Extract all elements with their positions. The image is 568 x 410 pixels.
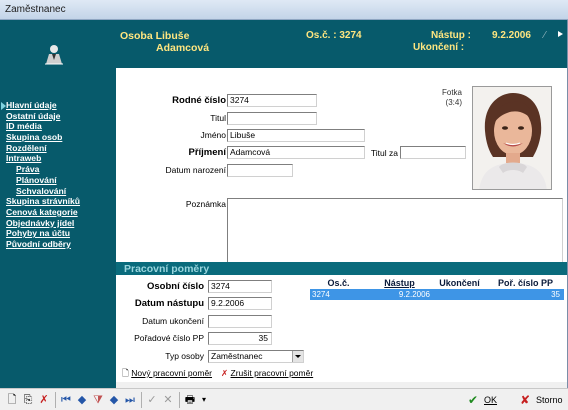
person-logo-icon [45, 45, 63, 65]
sidebar: Hlavní údaje Ostatní údaje ID média Skup… [0, 20, 116, 388]
copy-icon[interactable]: ⎘ [20, 392, 36, 408]
sidebar-item-pohyby-na-uctu[interactable]: Pohyby na účtu [0, 228, 116, 239]
header-end-label: Ukončení : [413, 42, 465, 53]
delete-icon[interactable]: ✗ [36, 392, 52, 408]
cancel-employment-link[interactable]: ✗ Zrušit pracovní poměr [221, 368, 313, 379]
titul-za-label: Titul za [370, 148, 398, 158]
jmeno-label: Jméno [200, 130, 226, 140]
grid-col-poradove-cislo[interactable]: Poř. číslo PP [488, 278, 564, 289]
poradove-cislo-label: Pořadové číslo PP [134, 333, 204, 343]
table-row[interactable]: 3274 9.2.2006 35 [310, 289, 564, 300]
typ-osoby-value: Zaměstnanec [211, 351, 263, 361]
storno-button[interactable]: ✘ Storno [514, 391, 566, 409]
titul-input[interactable] [227, 112, 317, 125]
rodne-cislo-label: Rodné číslo [172, 95, 226, 106]
sidebar-nav: Hlavní údaje Ostatní údaje ID média Skup… [0, 100, 116, 250]
header-name-line2: Adamcová [156, 42, 210, 54]
discard-cross-icon: ✕ [163, 394, 173, 406]
sidebar-item-schvalovani[interactable]: Schvalování [0, 186, 116, 197]
sidebar-item-intraweb[interactable]: Intraweb [0, 153, 116, 164]
storno-button-label: Storno [536, 395, 563, 405]
sidebar-item-objednavky-jidel[interactable]: Objednávky jídel [0, 218, 116, 229]
datum-narozeni-label: Datum narození [165, 165, 226, 175]
grid-cell-ukonceni [432, 289, 486, 300]
cancel-employment-label: Zrušit pracovní poměr [230, 368, 314, 378]
last-record-icon[interactable]: ⏭ [122, 392, 138, 408]
grid-col-ukonceni[interactable]: Ukončení [432, 278, 488, 289]
grid-col-nastup[interactable]: Nástup [368, 278, 432, 289]
toolbar-separator [179, 392, 180, 408]
employment-section-header: Pracovní poměry [116, 262, 567, 275]
typ-osoby-select[interactable]: Zaměstnanec [208, 350, 304, 363]
prev-record-icon[interactable]: ◆ [74, 392, 90, 408]
datum-ukonceni-label: Datum ukončení [142, 316, 204, 326]
chevron-down-icon[interactable] [292, 351, 303, 362]
titul-za-input[interactable] [400, 146, 466, 159]
sidebar-item-skupina-osob[interactable]: Skupina osob [0, 132, 116, 143]
grid-col-osc[interactable]: Os.č. [310, 278, 368, 289]
bottom-toolbar: 🗋 ⎘ ✗ ⏮ ◆ ⧩ ◆ ⏭ ✓ ✕ 🖶 ▾ ✔ OK ✘ Storno [0, 388, 568, 410]
header-start-label: Nástup : [431, 30, 471, 41]
titul-label: Titul [210, 113, 226, 123]
datum-ukonceni-input[interactable] [208, 315, 272, 328]
sidebar-item-skupina-stravniku[interactable]: Skupina strávníků [0, 196, 116, 207]
poradove-cislo-input[interactable]: 35 [208, 332, 272, 345]
datum-nastupu-input[interactable]: 9.2.2006 [208, 297, 272, 310]
header-name-line1: Osoba Libuše [120, 30, 190, 42]
header-start-value: 9.2.2006 [492, 30, 531, 41]
poznamka-label: Poznámka [185, 199, 226, 209]
sidebar-item-puvodni-odbery[interactable]: Původní odběry [0, 239, 116, 250]
employee-photo[interactable] [472, 86, 552, 190]
header-dash-icon: ⁄ [544, 30, 546, 41]
poznamka-textarea[interactable] [227, 198, 563, 264]
new-employment-label: Nový pracovní poměr [131, 368, 213, 378]
grid-cell-poradove-cislo: 35 [551, 290, 560, 299]
datum-nastupu-label: Datum nástupu [134, 298, 204, 309]
sidebar-item-ostatni-udaje[interactable]: Ostatní údaje [0, 111, 116, 122]
grid-cell-osc: 3274 [312, 290, 330, 299]
typ-osoby-label: Typ osoby [165, 351, 204, 361]
new-icon[interactable]: 🗋 [4, 392, 20, 408]
close-icon: ✘ [520, 393, 531, 407]
jmeno-input[interactable]: Libuše [227, 129, 365, 142]
main-form: Rodné číslo 3274 Titul Jméno Libuše Příj… [116, 68, 567, 264]
employee-header: Osoba Libuše Adamcová Os.č. : 3274 Nástu… [116, 20, 567, 68]
toolbar-separator [141, 392, 142, 408]
first-record-icon[interactable]: ⏮ [58, 392, 74, 408]
grid-cell-nastup: 9.2.2006 [398, 290, 430, 299]
window-titlebar: Zaměstnanec [0, 0, 568, 20]
next-record-icon[interactable]: ◆ [106, 392, 122, 408]
rodne-cislo-input[interactable]: 3274 [227, 94, 317, 107]
fotka-ratio: (3:4) [445, 98, 462, 107]
osobni-cislo-label: Osobní číslo [146, 281, 204, 292]
header-next-arrow-icon[interactable] [558, 31, 563, 37]
sidebar-item-planovani[interactable]: Plánování [0, 175, 116, 186]
check-icon: ✔ [468, 393, 479, 407]
header-personal-number: Os.č. : 3274 [306, 30, 362, 41]
portrait-image [473, 87, 551, 189]
employment-section: Osobní číslo 3274 Datum nástupu 9.2.2006… [116, 275, 567, 382]
sidebar-item-prava[interactable]: Práva [0, 164, 116, 175]
new-document-icon: 🗋 [122, 368, 129, 378]
sidebar-item-cenova-kategorie[interactable]: Cenová kategorie [0, 207, 116, 218]
sidebar-item-rozdeleni[interactable]: Rozdělení [0, 143, 116, 154]
sidebar-item-hlavni-udaje[interactable]: Hlavní údaje [0, 100, 116, 111]
ok-button[interactable]: ✔ OK [462, 391, 510, 409]
confirm-check-icon: ✓ [147, 394, 157, 406]
new-employment-link[interactable]: 🗋 Nový pracovní poměr [122, 368, 212, 382]
sidebar-item-id-media[interactable]: ID média [0, 121, 116, 132]
window-title: Zaměstnanec [5, 4, 66, 15]
prijmeni-input[interactable]: Adamcová [227, 146, 365, 159]
filter-icon[interactable]: ⧩ [90, 392, 106, 408]
fotka-label: Fotka (3:4) [416, 88, 462, 108]
toolbar-separator [55, 392, 56, 408]
employment-section-title: Pracovní poměry [124, 263, 210, 275]
prijmeni-label: Příjmení [188, 147, 227, 158]
fotka-title: Fotka [441, 88, 462, 97]
ok-button-label: OK [484, 395, 498, 405]
print-dropdown-chevron-icon[interactable]: ▾ [196, 392, 212, 408]
cancel-document-icon: ✗ [221, 368, 229, 378]
osobni-cislo-input[interactable]: 3274 [208, 280, 272, 293]
datum-narozeni-input[interactable] [227, 164, 293, 177]
